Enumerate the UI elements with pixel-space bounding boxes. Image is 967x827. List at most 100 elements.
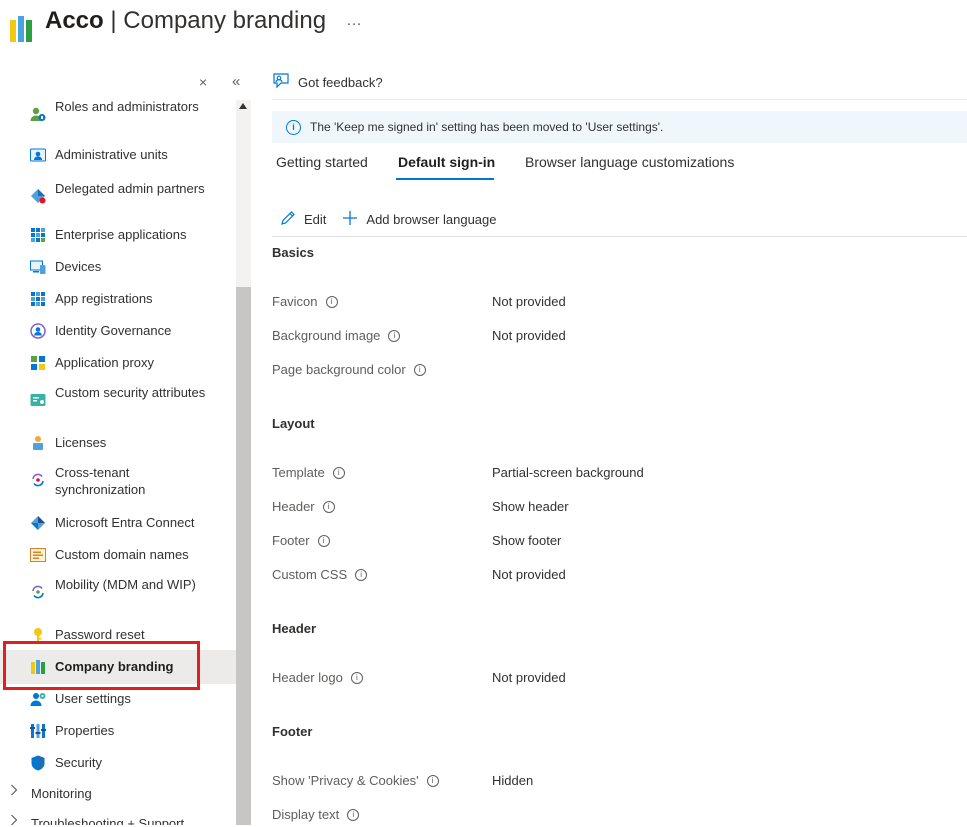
scroll-up-arrow-icon[interactable] xyxy=(238,102,248,112)
info-banner: i The 'Keep me signed in' setting has be… xyxy=(272,111,967,143)
info-tooltip-icon[interactable]: i xyxy=(322,500,335,513)
info-tooltip-icon[interactable]: i xyxy=(325,295,338,308)
property-name-text: Page background color xyxy=(272,362,406,377)
sidebar-item-label: Delegated admin partners xyxy=(55,181,205,196)
cross-tenant-sync-icon xyxy=(30,472,46,488)
property-name: Page background color i xyxy=(272,362,426,377)
sidebar-item-user-settings[interactable]: User settings xyxy=(0,684,236,714)
info-banner-text: The 'Keep me signed in' setting has been… xyxy=(310,120,664,134)
sidebar-item-label: User settings xyxy=(55,691,131,706)
feedback-label: Got feedback? xyxy=(298,74,383,90)
sidebar-item-mobility-mdm-and-wip[interactable]: Mobility (MDM and WIP) xyxy=(0,574,236,610)
info-tooltip-icon[interactable]: i xyxy=(355,568,368,581)
sidebar-item-cross-tenant-synchronization[interactable]: Cross-tenant synchronization xyxy=(0,462,236,498)
custom-security-attributes-icon xyxy=(30,392,46,408)
sidebar-item-properties[interactable]: Properties xyxy=(0,716,236,746)
property-name: Header i xyxy=(272,499,335,514)
sidebar-item-delegated-admin-partners[interactable]: Delegated admin partners xyxy=(0,178,236,214)
property-row-header-logo: Header logo i Not provided xyxy=(272,670,967,690)
property-value: Not provided xyxy=(492,328,566,343)
sidebar-item-application-proxy[interactable]: Application proxy xyxy=(0,348,236,378)
company-branding-icon xyxy=(30,659,46,675)
command-bar: Edit Add browser language xyxy=(272,205,513,233)
info-tooltip-icon[interactable]: i xyxy=(426,774,439,787)
sidebar-item-identity-governance[interactable]: Identity Governance xyxy=(0,316,236,346)
property-row-show-privacy-cookies: Show 'Privacy & Cookies' i Hidden xyxy=(272,773,967,793)
devices-icon xyxy=(30,259,46,275)
pencil-icon xyxy=(280,210,296,229)
add-browser-language-button[interactable]: Add browser language xyxy=(342,210,497,229)
sidebar-item-label: Licenses xyxy=(55,435,107,450)
property-name: Footer i xyxy=(272,533,330,548)
app-registrations-icon xyxy=(30,291,46,307)
sidebar-scrollbar-thumb[interactable] xyxy=(236,287,251,825)
property-name-text: Display text xyxy=(272,807,340,822)
property-name: Show 'Privacy & Cookies' i xyxy=(272,773,439,788)
security-shield-icon xyxy=(30,755,46,771)
sidebar-item-administrative-units[interactable]: Administrative units xyxy=(0,140,236,170)
sidebar-item-devices[interactable]: Devices xyxy=(0,252,236,282)
info-tooltip-icon[interactable]: i xyxy=(317,534,330,547)
collapse-sidebar-icon[interactable]: « xyxy=(232,73,240,90)
title-separator: | xyxy=(103,7,124,34)
sidebar-item-label: Application proxy xyxy=(55,355,154,370)
property-name-text: Show 'Privacy & Cookies' xyxy=(272,773,419,788)
sidebar-item-enterprise-applications[interactable]: Enterprise applications xyxy=(0,220,236,250)
sidebar-item-label: Mobility (MDM and WIP) xyxy=(55,577,196,592)
enterprise-apps-icon xyxy=(30,227,46,243)
property-name: Template i xyxy=(272,465,345,480)
title-bar: Acco | Company branding … xyxy=(0,0,967,50)
sidebar-item-label: Security xyxy=(55,755,102,770)
page-title: Acco | Company branding xyxy=(45,7,326,35)
add-browser-language-label: Add browser language xyxy=(366,211,497,227)
property-name-text: Template xyxy=(272,465,325,480)
entra-connect-icon xyxy=(30,515,46,531)
more-options-icon[interactable]: … xyxy=(346,12,363,30)
feedback-icon xyxy=(272,72,290,93)
section-title-header: Header xyxy=(272,621,317,636)
edit-button[interactable]: Edit xyxy=(280,210,326,229)
property-value: Show footer xyxy=(492,533,562,548)
property-value: Not provided xyxy=(492,294,566,309)
sidebar-group-monitoring[interactable]: Monitoring xyxy=(0,780,236,808)
property-name: Display text i xyxy=(272,807,360,822)
close-icon[interactable]: × xyxy=(199,74,207,90)
property-name-text: Footer xyxy=(272,533,310,548)
sidebar-item-password-reset[interactable]: Password reset xyxy=(0,620,236,650)
sidebar-item-microsoft-entra-connect[interactable]: Microsoft Entra Connect xyxy=(0,508,236,538)
info-tooltip-icon[interactable]: i xyxy=(332,466,345,479)
tab-browser-language-customizations[interactable]: Browser language customizations xyxy=(525,150,734,180)
property-row-footer: Footer i Show footer xyxy=(272,533,967,553)
info-tooltip-icon[interactable]: i xyxy=(347,808,360,821)
property-name: Background image i xyxy=(272,328,401,343)
sidebar-item-custom-domain-names[interactable]: Custom domain names xyxy=(0,540,236,570)
sidebar-group-troubleshooting-support[interactable]: Troubleshooting + Support xyxy=(0,810,236,825)
info-tooltip-icon[interactable]: i xyxy=(388,329,401,342)
sidebar-item-roles-and-administrators[interactable]: Roles and administrators xyxy=(0,96,236,132)
sidebar-item-custom-security-attributes[interactable]: Custom security attributes xyxy=(0,382,236,418)
tab-default-sign-in[interactable]: Default sign-in xyxy=(398,150,495,180)
property-row-custom-css: Custom CSS i Not provided xyxy=(272,567,967,587)
sidebar-item-company-branding[interactable]: Company branding xyxy=(0,650,236,684)
user-settings-icon xyxy=(30,691,46,707)
property-name-text: Background image xyxy=(272,328,381,343)
sidebar-item-label: Identity Governance xyxy=(55,323,172,338)
identity-governance-icon xyxy=(30,323,46,339)
blade-title: Company branding xyxy=(123,7,327,34)
property-row-header: Header i Show header xyxy=(272,499,967,519)
feedback-button[interactable]: Got feedback? xyxy=(272,65,383,99)
sidebar-group-label: Troubleshooting + Support xyxy=(31,816,185,825)
info-tooltip-icon[interactable]: i xyxy=(350,671,363,684)
company-branding-logo-icon xyxy=(10,14,34,42)
info-tooltip-icon[interactable]: i xyxy=(413,363,426,376)
sidebar-item-licenses[interactable]: Licenses xyxy=(0,428,236,458)
sidebar-item-label: Custom security attributes xyxy=(55,385,206,400)
property-name-text: Custom CSS xyxy=(272,567,348,582)
tab-getting-started[interactable]: Getting started xyxy=(276,150,368,180)
admin-units-icon xyxy=(30,147,46,163)
licenses-icon xyxy=(30,435,46,451)
property-value: Not provided xyxy=(492,567,566,582)
edit-label: Edit xyxy=(304,211,327,227)
sidebar-item-app-registrations[interactable]: App registrations xyxy=(0,284,236,314)
sidebar-item-security[interactable]: Security xyxy=(0,748,236,778)
